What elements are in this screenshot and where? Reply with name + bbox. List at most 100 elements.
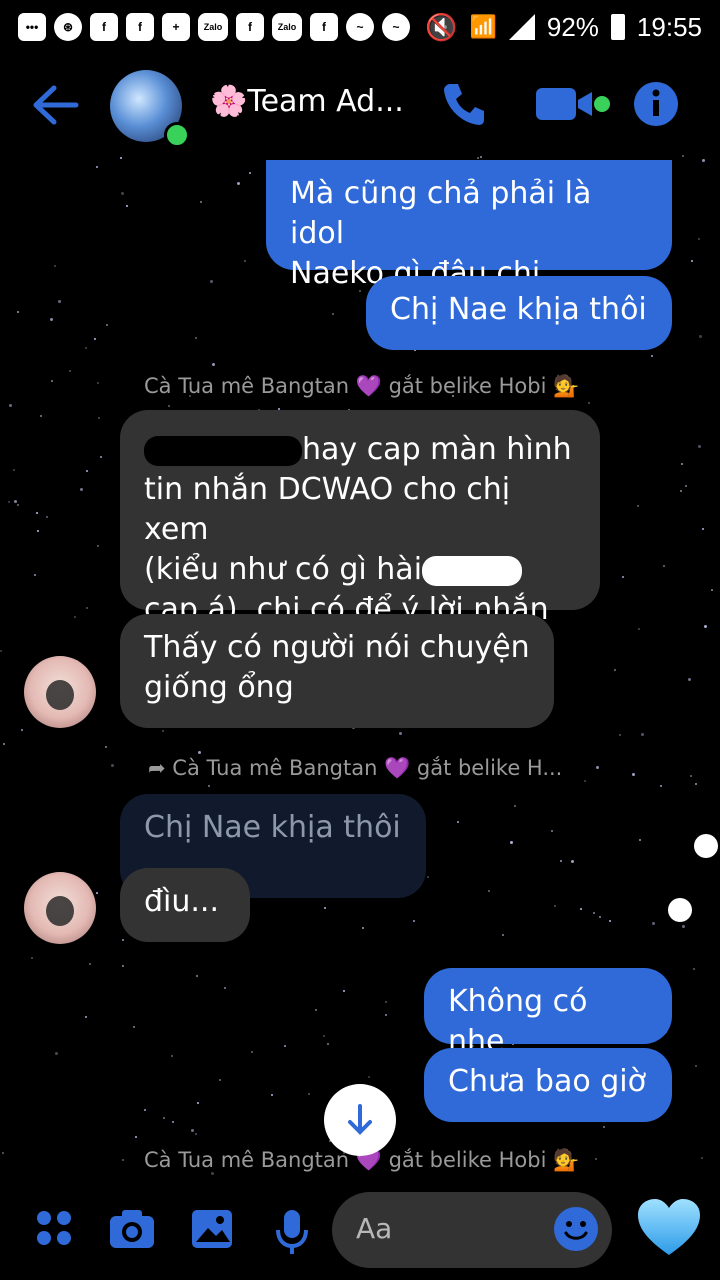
star bbox=[120, 157, 122, 159]
star bbox=[249, 172, 251, 174]
star bbox=[691, 260, 693, 262]
star bbox=[681, 463, 683, 465]
star bbox=[701, 1157, 703, 1159]
star bbox=[196, 975, 198, 977]
star bbox=[308, 1093, 310, 1095]
star bbox=[98, 417, 100, 419]
star bbox=[86, 470, 88, 472]
star bbox=[17, 504, 19, 506]
star bbox=[208, 785, 210, 787]
star bbox=[685, 485, 687, 487]
outgoing-message[interactable]: Không có nhe bbox=[424, 968, 672, 1059]
star bbox=[85, 1016, 87, 1018]
star bbox=[663, 565, 665, 567]
microphone-icon[interactable] bbox=[276, 1208, 308, 1256]
star bbox=[0, 650, 2, 652]
incoming-message[interactable]: đìu... bbox=[120, 868, 250, 942]
star bbox=[86, 607, 88, 609]
star bbox=[2, 1152, 4, 1154]
video-call-icon[interactable] bbox=[536, 80, 612, 128]
star bbox=[21, 729, 23, 731]
message-icon: ••• bbox=[18, 13, 46, 41]
star bbox=[172, 1121, 174, 1123]
menu-grid-icon[interactable] bbox=[34, 1208, 74, 1248]
star bbox=[693, 968, 695, 970]
star bbox=[36, 512, 38, 514]
outgoing-message[interactable]: Chưa bao giờ bbox=[424, 1048, 672, 1122]
star bbox=[224, 987, 226, 989]
star bbox=[55, 1052, 58, 1055]
star bbox=[680, 490, 682, 492]
incoming-message[interactable]: hay cap màn hình tin nhắn DCWAO cho chị … bbox=[120, 410, 600, 627]
star bbox=[599, 916, 601, 918]
star bbox=[105, 746, 107, 748]
star bbox=[699, 335, 702, 338]
conversation-title[interactable]: 🌸Team Ad... bbox=[210, 84, 404, 119]
star bbox=[385, 1001, 387, 1003]
incoming-message[interactable]: Thấy có người nói chuyện giống ổng bbox=[120, 614, 554, 728]
signal-icon bbox=[508, 14, 535, 40]
star bbox=[85, 347, 87, 349]
outgoing-message[interactable]: Chị Nae khịa thôi bbox=[366, 276, 672, 350]
star bbox=[690, 775, 692, 777]
phone-icon[interactable] bbox=[440, 80, 488, 128]
star bbox=[323, 1035, 325, 1037]
clock: 19:55 bbox=[636, 11, 702, 42]
star bbox=[237, 182, 240, 185]
star bbox=[619, 734, 621, 736]
message-input[interactable]: Aa bbox=[332, 1192, 612, 1268]
mute-icon: 🔇 bbox=[425, 11, 458, 42]
star bbox=[122, 939, 124, 941]
messenger-icon: ~ bbox=[346, 13, 374, 41]
star bbox=[551, 830, 553, 832]
star bbox=[200, 201, 202, 203]
arrow-down-icon bbox=[348, 1104, 372, 1135]
star bbox=[368, 1076, 370, 1078]
star bbox=[171, 1055, 173, 1057]
scroll-down-button[interactable] bbox=[324, 1084, 396, 1156]
steering-icon: ⊛ bbox=[54, 13, 82, 41]
star bbox=[212, 363, 215, 366]
star bbox=[698, 238, 700, 240]
star bbox=[698, 445, 701, 448]
info-icon[interactable] bbox=[632, 80, 680, 128]
star bbox=[595, 1158, 597, 1160]
star bbox=[584, 780, 586, 782]
zalo-icon: Zalo bbox=[198, 13, 228, 41]
star bbox=[638, 628, 640, 630]
heart-like-icon[interactable] bbox=[636, 1194, 702, 1260]
star bbox=[477, 157, 479, 159]
emoji-icon[interactable] bbox=[554, 1207, 598, 1251]
star bbox=[488, 890, 490, 892]
star bbox=[106, 324, 108, 326]
star bbox=[652, 922, 655, 925]
star bbox=[198, 751, 201, 754]
camera-icon[interactable] bbox=[108, 1208, 156, 1250]
sender-avatar[interactable] bbox=[24, 656, 96, 728]
star bbox=[399, 732, 402, 735]
censored-block bbox=[144, 435, 302, 466]
star bbox=[271, 1094, 273, 1096]
star bbox=[14, 500, 17, 503]
star bbox=[34, 574, 36, 576]
message-composer: Aa bbox=[0, 1180, 720, 1280]
sender-avatar[interactable] bbox=[24, 872, 96, 944]
star bbox=[637, 505, 639, 507]
star bbox=[122, 965, 124, 967]
image-icon[interactable] bbox=[190, 1208, 234, 1250]
star bbox=[688, 678, 691, 681]
star bbox=[632, 773, 635, 776]
outgoing-message[interactable]: Mà cũng chả phải là idol Naeko gì đâu ch… bbox=[266, 160, 672, 291]
star bbox=[69, 370, 71, 372]
star bbox=[457, 821, 459, 823]
star bbox=[58, 300, 61, 303]
zalo-icon: Zalo bbox=[272, 13, 302, 41]
facebook-icon: f bbox=[236, 13, 264, 41]
star bbox=[197, 1102, 199, 1104]
read-receipt-dot bbox=[694, 834, 718, 858]
star bbox=[639, 839, 641, 841]
back-arrow-icon[interactable] bbox=[32, 84, 80, 126]
sender-name: Cà Tua mê Bangtan 💜 gắt belike Hobi 💁 bbox=[144, 374, 580, 398]
star bbox=[427, 876, 429, 878]
star bbox=[284, 1045, 286, 1047]
